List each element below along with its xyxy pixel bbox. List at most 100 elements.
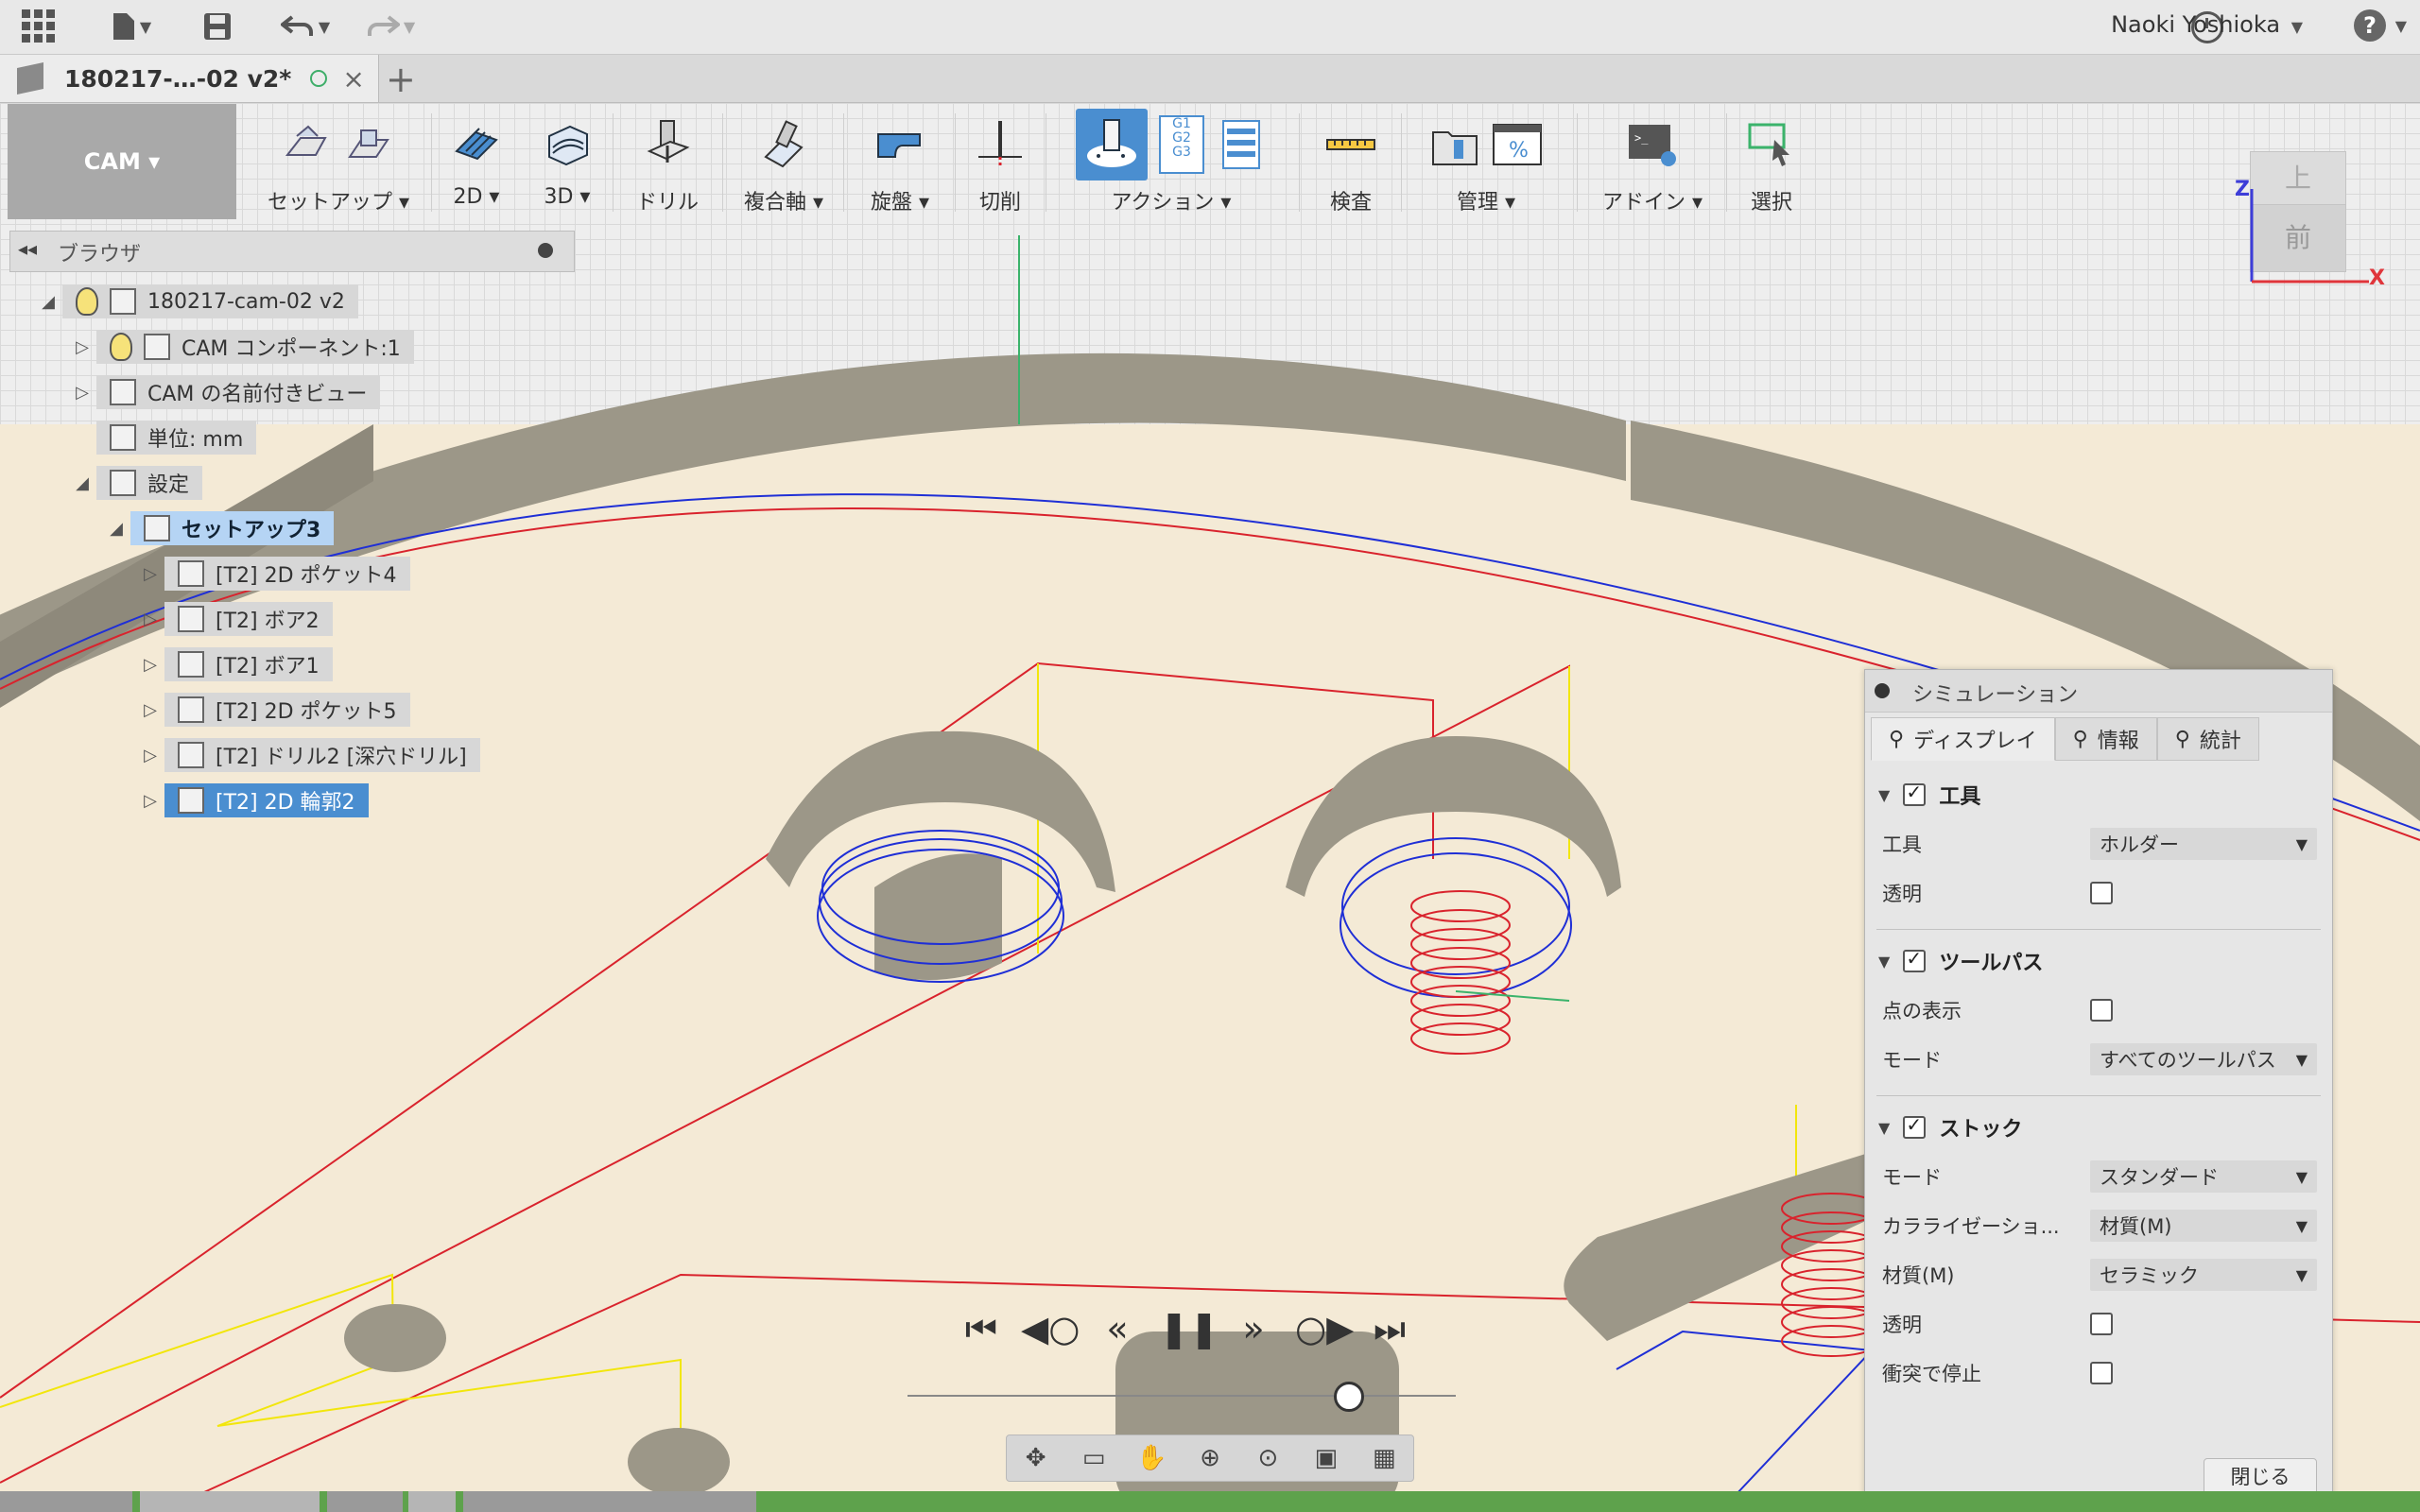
- display-settings-icon[interactable]: ▣: [1310, 1442, 1342, 1474]
- expand-triangle-icon[interactable]: ▷: [136, 746, 164, 765]
- view-cube[interactable]: 上 前 Z X: [2231, 151, 2385, 293]
- tree-node-operation-active[interactable]: ▷ [T2] 2D 輪郭2: [136, 782, 369, 818]
- collapse-triangle-icon[interactable]: ◢: [68, 473, 96, 493]
- zoom-window-icon[interactable]: ⊙: [1252, 1442, 1284, 1474]
- collapse-triangle-icon[interactable]: ▼: [1878, 1119, 1890, 1137]
- manage-group[interactable]: % 管理 ▾: [1410, 104, 1562, 219]
- collapse-triangle-icon[interactable]: ◢: [102, 519, 130, 539]
- help-chevron-down-icon[interactable]: ▼: [2395, 17, 2407, 35]
- tab-info[interactable]: ⚲ 情報: [2054, 717, 2157, 761]
- user-menu[interactable]: Naoki Yoshioka ▼: [2111, 11, 2303, 38]
- step-back-icon[interactable]: «: [1091, 1302, 1144, 1355]
- simulate-button[interactable]: [1076, 109, 1148, 180]
- next-operation-icon[interactable]: ○▶: [1295, 1302, 1354, 1355]
- drill-group[interactable]: ドリル: [620, 104, 715, 219]
- addins-group[interactable]: >_ アドイン ▾: [1586, 104, 1719, 219]
- tree-node-setup3[interactable]: ◢ セットアップ3: [102, 510, 335, 546]
- undo-button[interactable]: ▼: [272, 8, 338, 45]
- post-process-icon[interactable]: G1 G2 G3: [1159, 115, 1204, 174]
- apps-grid-icon[interactable]: [15, 8, 62, 45]
- grid-settings-icon[interactable]: ▦: [1368, 1442, 1400, 1474]
- stock-mode-select[interactable]: スタンダード ▼: [2090, 1160, 2317, 1193]
- collapse-triangle-icon[interactable]: ◢: [34, 292, 62, 312]
- tab-display[interactable]: ⚲ ディスプレイ: [1871, 717, 2055, 761]
- stop-on-collision-checkbox[interactable]: [2090, 1362, 2113, 1384]
- tree-node-document[interactable]: ◢ 180217-cam-02 v2: [34, 284, 358, 319]
- help-button[interactable]: ?: [2354, 9, 2386, 42]
- tool-display-select[interactable]: ホルダー ▼: [2090, 828, 2317, 860]
- pause-icon[interactable]: ❚❚: [1159, 1302, 1219, 1355]
- close-tab-icon[interactable]: ×: [342, 63, 364, 94]
- previous-operation-icon[interactable]: ◀○: [1021, 1302, 1080, 1355]
- go-to-start-icon[interactable]: ⏮: [955, 1302, 1008, 1355]
- setup-group[interactable]: セットアップ ▾: [253, 104, 424, 219]
- colorization-select[interactable]: 材質(M) ▼: [2090, 1210, 2317, 1242]
- 2d-group[interactable]: 2D ▾: [439, 104, 514, 219]
- new-tab-button[interactable]: +: [386, 59, 416, 100]
- visibility-bulb-icon[interactable]: [110, 333, 132, 361]
- collapse-panel-icon[interactable]: ◂◂: [18, 237, 37, 260]
- document-tab-bar: 180217-…-02 v2* × +: [0, 55, 2420, 103]
- close-button[interactable]: 閉じる: [2204, 1458, 2317, 1496]
- select-group[interactable]: 選択: [1734, 104, 1809, 219]
- tool-section-checkbox[interactable]: [1903, 781, 1927, 806]
- save-button[interactable]: [197, 8, 238, 45]
- expand-triangle-icon[interactable]: ▷: [136, 700, 164, 720]
- tree-node-label: 単位: mm: [147, 428, 244, 452]
- minimize-icon[interactable]: [538, 243, 553, 258]
- stock-section-checkbox[interactable]: [1903, 1113, 1927, 1139]
- cutting-group[interactable]: 切削: [962, 104, 1038, 219]
- chevron-down-icon: ▼: [2295, 1051, 2308, 1069]
- multi-axis-label: 複合軸 ▾: [743, 191, 824, 215]
- tree-node-named-views[interactable]: ▷ CAM の名前付きビュー: [68, 374, 381, 410]
- stock-transparent-checkbox[interactable]: [2090, 1313, 2113, 1335]
- actions-group[interactable]: G1 G2 G3 アクション ▾: [1053, 104, 1289, 219]
- orbit-icon[interactable]: ✥: [1020, 1442, 1052, 1474]
- step-forward-icon[interactable]: »: [1227, 1302, 1280, 1355]
- tree-node-operation[interactable]: ▷ [T2] ボア2: [136, 601, 333, 637]
- expand-triangle-icon[interactable]: ▷: [136, 655, 164, 675]
- zoom-icon[interactable]: ⊕: [1194, 1442, 1226, 1474]
- collapse-triangle-icon[interactable]: ▼: [1878, 953, 1890, 971]
- tree-node-operation[interactable]: ▷ [T2] 2D ポケット4: [136, 556, 410, 592]
- visibility-bulb-icon[interactable]: [76, 287, 98, 316]
- toolpath-section-checkbox[interactable]: [1903, 947, 1927, 972]
- tree-node-operation[interactable]: ▷ [T2] 2D ポケット5: [136, 692, 410, 728]
- tab-statistics[interactable]: ⚲ 統計: [2156, 717, 2259, 761]
- redo-button[interactable]: ▼: [357, 8, 424, 45]
- tree-node-units[interactable]: 単位: mm: [96, 420, 257, 455]
- turning-group[interactable]: 旋盤 ▾: [853, 104, 947, 219]
- simulation-header[interactable]: シミュレーション: [1865, 670, 2332, 713]
- section-tool[interactable]: ▼ 工具: [1878, 778, 1980, 812]
- toolpath-mode-select[interactable]: すべてのツールパス ▼: [2090, 1043, 2317, 1075]
- expand-triangle-icon[interactable]: ▷: [68, 383, 96, 403]
- section-stock[interactable]: ▼ ストック: [1878, 1110, 2022, 1144]
- expand-triangle-icon[interactable]: ▷: [136, 791, 164, 811]
- tree-node-component[interactable]: ▷ CAM コンポーネント:1: [68, 329, 414, 365]
- inspect-group[interactable]: 検査: [1308, 104, 1393, 219]
- expand-triangle-icon[interactable]: ▷: [68, 337, 96, 357]
- section-toolpath[interactable]: ▼ ツールパス: [1878, 944, 2043, 978]
- file-menu-button[interactable]: ▼: [100, 8, 163, 45]
- tree-node-settings[interactable]: ◢ 設定: [68, 465, 203, 501]
- timeline-knob[interactable]: [1334, 1382, 1364, 1412]
- timeline-slider[interactable]: [908, 1382, 1456, 1412]
- setup-sheet-doc-icon[interactable]: [1216, 119, 1267, 170]
- browser-header[interactable]: ◂◂ ブラウザ: [9, 231, 575, 272]
- 3d-group[interactable]: 3D ▾: [529, 104, 605, 219]
- tool-transparent-checkbox[interactable]: [2090, 882, 2113, 904]
- material-select[interactable]: セラミック ▼: [2090, 1259, 2317, 1291]
- go-to-end-icon[interactable]: ⏭: [1363, 1302, 1416, 1355]
- expand-triangle-icon[interactable]: ▷: [136, 610, 164, 629]
- minimize-icon[interactable]: [1875, 683, 1890, 698]
- document-tab[interactable]: 180217-…-02 v2* ×: [0, 55, 379, 102]
- multi-axis-group[interactable]: 複合軸 ▾: [732, 104, 836, 219]
- workspace-switcher-button[interactable]: CAM ▾: [8, 104, 236, 219]
- pan-hand-icon[interactable]: ✋: [1136, 1442, 1168, 1474]
- expand-triangle-icon[interactable]: ▷: [136, 564, 164, 584]
- collapse-triangle-icon[interactable]: ▼: [1878, 786, 1890, 804]
- tree-node-operation[interactable]: ▷ [T2] ボア1: [136, 646, 333, 682]
- tree-node-operation[interactable]: ▷ [T2] ドリル2 [深穴ドリル]: [136, 737, 480, 773]
- look-at-icon[interactable]: ▭: [1078, 1442, 1110, 1474]
- show-points-checkbox[interactable]: [2090, 999, 2113, 1022]
